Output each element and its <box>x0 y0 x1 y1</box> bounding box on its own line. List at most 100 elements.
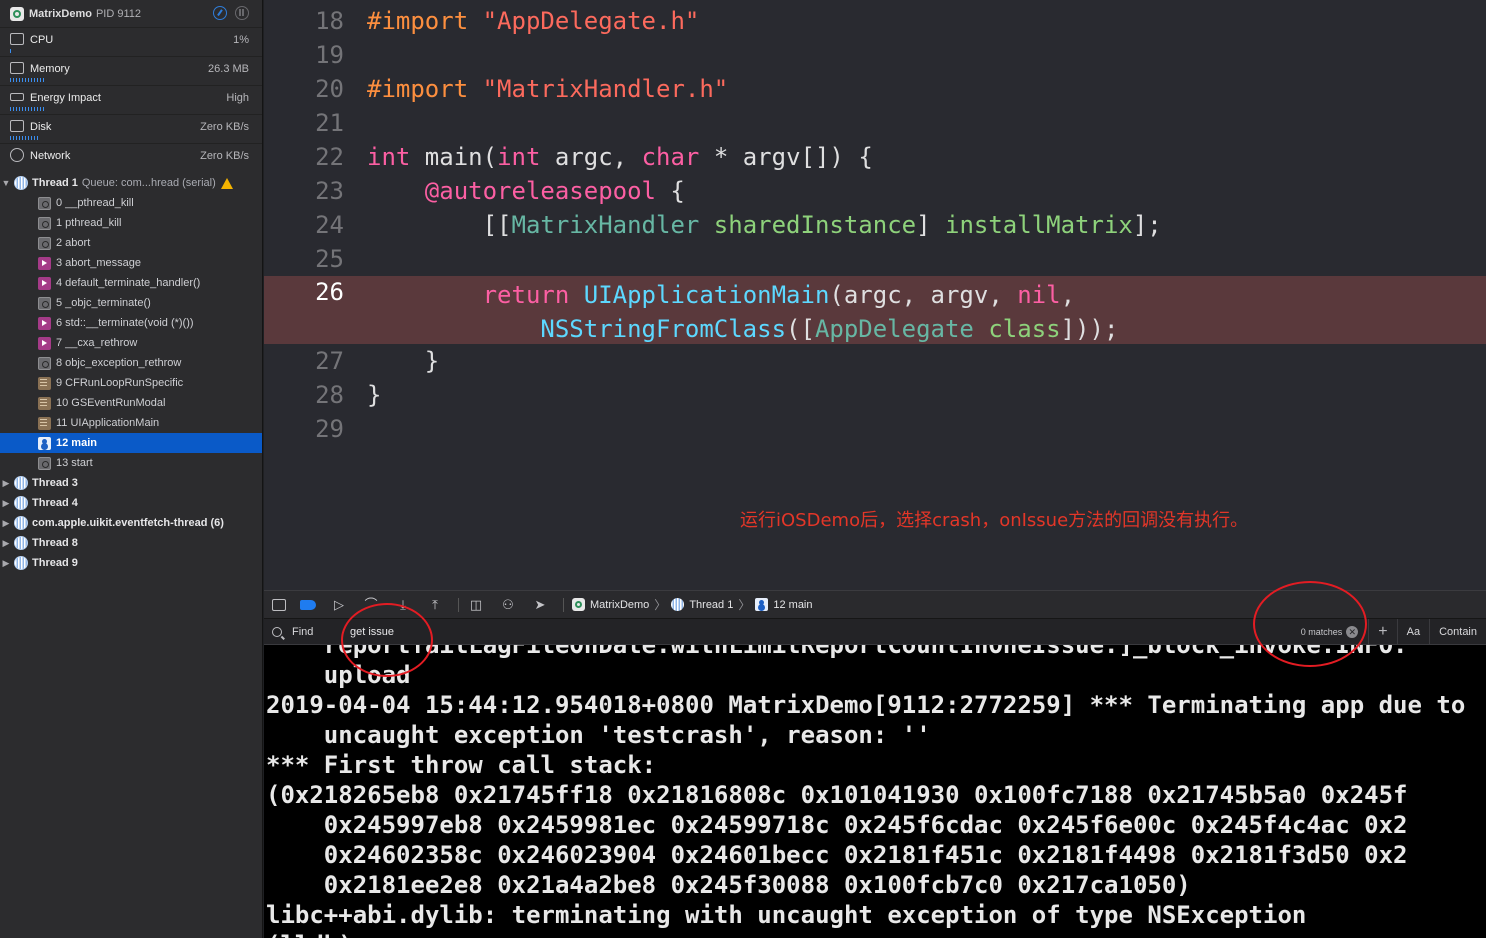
breadcrumb[interactable]: MatrixDemo 〉 Thread 1 〉 12 main <box>572 596 813 613</box>
disclosure-closed-icon[interactable]: ▶ <box>0 498 12 509</box>
match-count: 0 matches <box>1300 626 1343 637</box>
thread-icon <box>14 496 28 510</box>
process-pid: PID 9112 <box>95 7 142 20</box>
stack-frame-row[interactable]: 1 pthread_kill <box>0 213 262 233</box>
console-line: *** First throw call stack: <box>266 751 657 779</box>
thread-row[interactable]: ▼ Thread 1 Queue: com...hread (serial) <box>0 173 262 193</box>
console-output[interactable]: reportTailLagFileOnDate:withLimitReportC… <box>264 645 1486 938</box>
breadcrumb-frame[interactable]: 12 main <box>773 599 812 611</box>
gauge-label: Disk <box>30 121 52 133</box>
line-number: 19 <box>315 41 344 69</box>
system-frame-icon <box>38 236 51 250</box>
code-line: 18 #import "AppDelegate.h" <box>264 4 1486 38</box>
console-line: 2019-04-04 15:44:12.954018+0800 MatrixDe… <box>266 691 1466 719</box>
step-into-icon[interactable]: ⤓ <box>394 597 412 613</box>
code-text: [[MatrixHandler sharedInstance] installM… <box>367 211 1162 239</box>
gauge-disk[interactable]: Disk Zero KB/s <box>0 114 262 143</box>
warning-icon <box>220 177 233 189</box>
stack-frame-row[interactable]: 6 std::__terminate(void (*)()) <box>0 313 262 333</box>
stack-frame-row[interactable]: 10 GSEventRunModal <box>0 393 262 413</box>
stack-frame-row[interactable]: 8 objc_exception_rethrow <box>0 353 262 373</box>
breakpoints-toggle-icon[interactable] <box>300 599 316 610</box>
gauge-label: Energy Impact <box>30 92 101 104</box>
network-icon <box>10 148 24 162</box>
view-hierarchy-icon[interactable]: ◫ <box>467 597 485 613</box>
library-icon <box>38 316 51 330</box>
chevron-right-icon: 〉 <box>738 598 751 612</box>
system-frame-icon <box>38 196 51 210</box>
stack-frame-row[interactable]: 0 __pthread_kill <box>0 193 262 213</box>
match-mode-menu[interactable]: Contain <box>1429 618 1486 645</box>
console-line: 0x245997eb8 0x2459981ec 0x24599718c 0x24… <box>266 811 1408 839</box>
breadcrumb-process[interactable]: MatrixDemo <box>590 599 649 611</box>
stack-frame-label: 13 start <box>56 457 93 469</box>
simulate-location-icon[interactable]: ➤ <box>531 597 549 613</box>
stack-frame-row[interactable]: 2 abort <box>0 233 262 253</box>
thread-icon <box>14 176 28 190</box>
thread-row[interactable]: ▶ com.apple.uikit.eventfetch-thread (6) <box>0 513 262 533</box>
disclosure-closed-icon[interactable]: ▶ <box>0 558 12 569</box>
stack-frame-row[interactable]: 4 default_terminate_handler() <box>0 273 262 293</box>
gauge-label: CPU <box>30 34 54 46</box>
step-out-icon[interactable]: ⤒ <box>426 597 444 613</box>
thread-row[interactable]: ▶ Thread 3 <box>0 473 262 493</box>
thread-row[interactable]: ▶ Thread 9 <box>0 553 262 573</box>
stack-frame-row[interactable]: 3 abort_message <box>0 253 262 273</box>
stack-frame-row[interactable]: 7 __cxa_rethrow <box>0 333 262 353</box>
disclosure-closed-icon[interactable]: ▶ <box>0 518 12 529</box>
thread-label: Thread 4 <box>32 497 78 509</box>
thread-icon <box>671 598 685 611</box>
console-line: reportTailLagFileOnDate:withLimitReportC… <box>266 645 1408 659</box>
code-line: 27 } <box>264 344 1486 378</box>
breadcrumb-thread[interactable]: Thread 1 <box>689 599 733 611</box>
disk-icon <box>10 120 24 132</box>
system-frame-icon <box>38 456 51 470</box>
hide-debug-area-icon[interactable] <box>272 598 286 611</box>
line-number: 27 <box>315 347 344 375</box>
thread-row[interactable]: ▶ Thread 4 <box>0 493 262 513</box>
stack-frame-label: 0 __pthread_kill <box>56 197 134 209</box>
console-line: (0x218265eb8 0x21745ff18 0x21816808c 0x1… <box>266 781 1408 809</box>
clear-search-icon[interactable]: ✕ <box>1346 625 1359 638</box>
code-text: @autoreleasepool { <box>424 177 685 205</box>
disclosure-closed-icon[interactable]: ▶ <box>0 478 12 489</box>
stack-frame-row[interactable]: 9 CFRunLoopRunSpecific <box>0 373 262 393</box>
step-over-icon[interactable]: ⌒ <box>362 597 380 613</box>
disclosure-open-icon[interactable]: ▼ <box>0 178 12 188</box>
memory-graph-icon[interactable]: ⚇ <box>499 597 517 613</box>
energy-bar <box>10 107 44 111</box>
hide-frames-icon[interactable] <box>213 6 227 20</box>
code-text: } <box>367 381 382 409</box>
search-input[interactable] <box>350 621 1301 642</box>
add-pattern-icon[interactable]: + <box>1368 618 1396 645</box>
process-row[interactable]: MatrixDemo PID 9112 <box>0 0 262 27</box>
source-editor[interactable]: 18 #import "AppDelegate.h" 19 20 #import… <box>264 0 1486 590</box>
import-path: "AppDelegate.h" <box>482 7 700 35</box>
debug-bar: ▷ ⌒ ⤓ ⤒ ◫ ⚇ ➤ MatrixDemo 〉 Thread 1 〉 12… <box>264 590 1486 619</box>
find-scope-label: Find <box>292 625 314 638</box>
find-scope-menu[interactable]: Find <box>264 626 350 638</box>
line-number: 24 <box>315 211 344 239</box>
match-case-button[interactable]: Aa <box>1396 618 1429 645</box>
stack-frame-row[interactable]: 11 UIApplicationMain <box>0 413 262 433</box>
stack-frame-row[interactable]: 12 main <box>0 433 262 453</box>
thread-row[interactable]: ▶ Thread 8 <box>0 533 262 553</box>
disclosure-closed-icon[interactable]: ▶ <box>0 538 12 549</box>
pause-threads-icon[interactable] <box>235 6 249 20</box>
gauge-memory[interactable]: Memory 26.3 MB <box>0 56 262 85</box>
gauge-cpu[interactable]: CPU 1% <box>0 27 262 56</box>
console-line: uncaught exception 'testcrash', reason: … <box>266 721 931 749</box>
gauge-energy[interactable]: Energy Impact High <box>0 85 262 114</box>
line-number: 28 <box>315 381 344 409</box>
stack-frame-row[interactable]: 5 _objc_terminate() <box>0 293 262 313</box>
line-number: 21 <box>315 109 344 137</box>
memory-icon <box>10 62 24 74</box>
continue-icon[interactable]: ▷ <box>330 597 348 613</box>
stack-frame-row[interactable]: 13 start <box>0 453 262 473</box>
console-line: upload <box>266 661 411 689</box>
thread-label: Thread 3 <box>32 477 78 489</box>
gauge-network[interactable]: Network Zero KB/s <box>0 143 262 172</box>
gauge-label: Network <box>30 150 71 162</box>
line-number: 20 <box>315 75 344 103</box>
cpu-bar <box>10 49 13 53</box>
